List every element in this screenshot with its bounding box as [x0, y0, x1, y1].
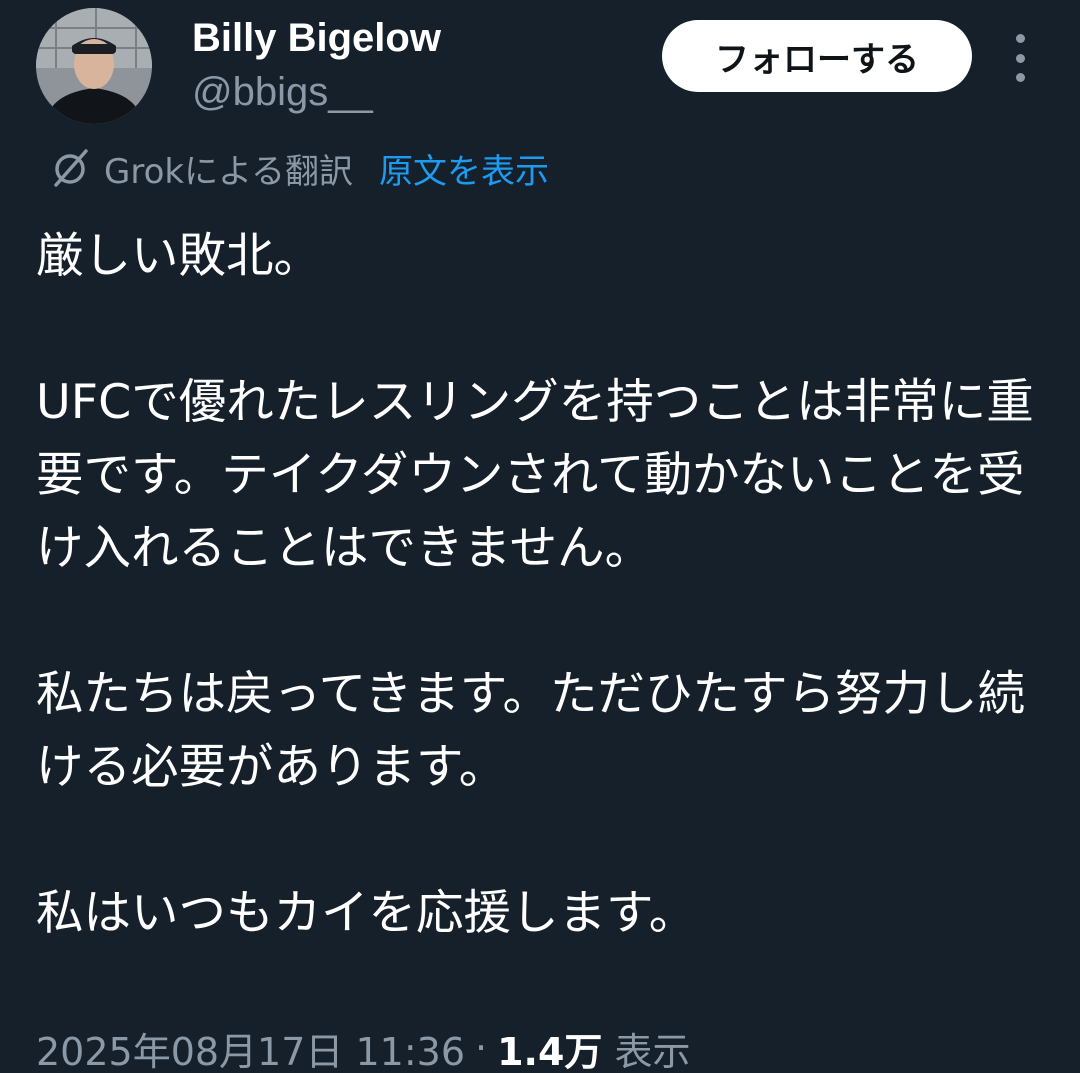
display-name[interactable]: Billy Bigelow	[192, 12, 441, 64]
views-label: 表示	[614, 1029, 691, 1073]
more-options-button[interactable]	[1004, 34, 1036, 82]
translation-label: Grokによる翻訳	[104, 151, 354, 192]
user-info[interactable]: Billy Bigelow @bbigs__	[192, 12, 441, 118]
avatar[interactable]	[36, 8, 152, 124]
meta-separator: ·	[475, 1026, 488, 1070]
user-handle[interactable]: @bbigs__	[192, 66, 441, 118]
tweet-text: 厳しい敗北。 UFCで優れたレスリングを持つことは非常に重要です。テイクダウンさ…	[36, 229, 1034, 941]
tweet-meta: 2025年08月17日 11:36 · 1.4万 表示	[36, 1020, 690, 1073]
follow-button[interactable]: フォローする	[662, 20, 972, 92]
grok-icon	[54, 149, 88, 187]
translation-bar: Grokによる翻訳 原文を表示	[48, 142, 549, 194]
more-vertical-icon	[1015, 34, 1025, 43]
tweet-timestamp[interactable]: 2025年08月17日 11:36	[36, 1021, 465, 1073]
show-original-link[interactable]: 原文を表示	[379, 144, 549, 193]
views-count: 1.4万	[497, 1029, 603, 1073]
